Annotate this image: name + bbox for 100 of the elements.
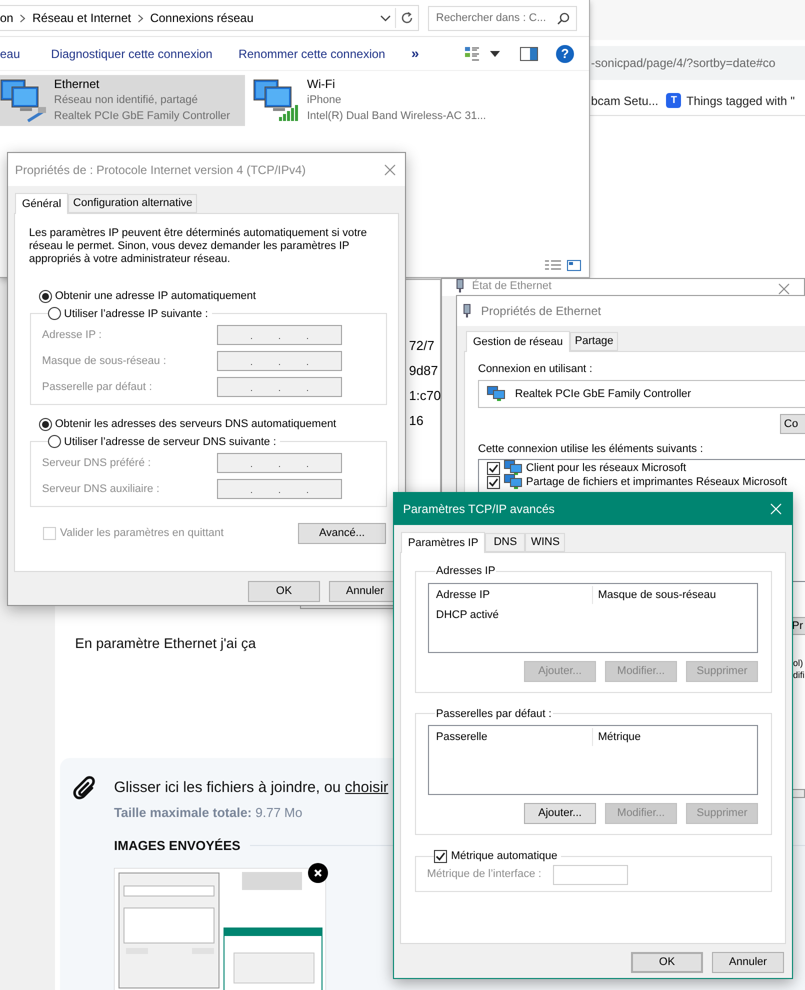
more-button[interactable]: »: [411, 43, 420, 64]
address-bar[interactable]: -sonicpad/page/4/?sortby=date#co: [590, 46, 805, 80]
ip-address-field[interactable]: [217, 377, 342, 397]
address-bar[interactable]: on Réseau et Internet Connexions réseau: [0, 5, 419, 31]
view-options-icon[interactable]: [464, 46, 480, 62]
network-adapter-icon: [487, 386, 505, 402]
column-header[interactable]: Masque de sous-réseau: [593, 586, 757, 604]
field-label: Métrique de l’interface :: [427, 867, 542, 882]
radio-label[interactable]: Utiliser l’adresse IP suivante :: [64, 306, 208, 322]
ip-address-field[interactable]: [217, 453, 342, 473]
checkbox[interactable]: [434, 850, 447, 863]
field-label: Passerelle par défaut :: [42, 380, 154, 395]
toolbar-button[interactable]: Renommer cette connexion: [238, 44, 386, 62]
button[interactable]: OK: [631, 952, 703, 973]
chevron-right-icon[interactable]: [137, 14, 144, 22]
field-label: Masque de sous-réseau :: [42, 354, 168, 369]
preview-pane-icon[interactable]: [520, 46, 538, 60]
field-label: Cette connexion utilise les éléments suivants :: [478, 442, 704, 456]
ip-address-field[interactable]: [217, 479, 342, 499]
radio-button[interactable]: [48, 435, 61, 448]
radio-button[interactable]: [39, 418, 52, 431]
window-title: Paramètres TCP/IP avancés: [403, 501, 555, 518]
network-component-icon: [504, 460, 522, 476]
tab[interactable]: Général: [15, 193, 68, 214]
properties-button[interactable]: Pr: [792, 617, 805, 635]
field-label: Serveur DNS auxiliaire :: [42, 482, 160, 497]
close-icon[interactable]: [384, 164, 396, 176]
detail-value: 9d87: [409, 362, 438, 380]
connection-name: Ethernet: [54, 76, 100, 92]
ip-address-field[interactable]: [217, 351, 342, 371]
button[interactable]: Ajouter...: [524, 803, 596, 824]
close-icon[interactable]: [778, 283, 790, 295]
tab[interactable]: DNS: [485, 533, 526, 552]
breadcrumb-item[interactable]: Réseau et Internet: [32, 9, 132, 27]
remove-image-button[interactable]: [308, 862, 328, 882]
description-text: Les paramètres IP peuvent être déterminés automatiquement si votre réseau le permet. Sinon, vous devez demander les paramètres IP appropriés à votre administrateur réseau.: [29, 227, 368, 266]
bookmark[interactable]: Things tagged with ": [686, 92, 795, 110]
window-title: Propriétés de : Protocole Internet version 4 (TCP/IPv4): [15, 162, 306, 178]
radio-label[interactable]: Obtenir une adresse IP automatiquement: [55, 288, 256, 304]
breadcrumb-item[interactable]: on: [0, 9, 14, 27]
ethernet-plug-icon: [463, 304, 471, 318]
toolbar-button[interactable]: Diagnostiquer cette connexion: [51, 44, 212, 62]
max-size-text: Taille maximale totale: 9.77 Mo: [114, 804, 302, 822]
connection-status: Réseau non identifié, partagé: [54, 93, 198, 108]
checkbox-label[interactable]: Métrique automatique: [451, 848, 558, 864]
network-computers-icon: [0, 77, 48, 123]
section-heading: IMAGES ENVOYÉES: [114, 837, 240, 855]
configure-button[interactable]: Co: [780, 414, 805, 434]
dropdown-arrow-icon[interactable]: [490, 50, 500, 56]
column-header[interactable]: Métrique: [593, 728, 757, 746]
bookmark-icon: T: [666, 93, 682, 108]
description-text: difi: [793, 669, 805, 681]
connection-status: iPhone: [307, 93, 342, 108]
checkbox[interactable]: [487, 476, 500, 488]
window-title: Propriétés de Ethernet: [481, 303, 602, 320]
tab[interactable]: Paramètres IP: [401, 532, 486, 553]
radio-button[interactable]: [48, 307, 61, 320]
connection-device: Intel(R) Dual Band Wireless-AC 31...: [307, 109, 486, 124]
column-header[interactable]: Adresse IP: [429, 586, 593, 604]
network-computers-icon: [253, 77, 301, 123]
ethernet-plug-icon: [456, 279, 464, 293]
window-title: État de Ethernet: [472, 279, 552, 293]
drop-text: Glisser ici les fichiers à joindre, ou choisir: [114, 778, 388, 798]
detail-value: 1:c70: [409, 387, 441, 405]
refresh-icon[interactable]: [400, 11, 414, 25]
column-header[interactable]: Passerelle: [429, 728, 593, 746]
description-text: ol): [793, 657, 804, 669]
list-item[interactable]: Partage de fichiers et imprimantes Réseaux Microsoft: [526, 474, 788, 490]
button[interactable]: Annuler: [712, 952, 784, 973]
field-label: Serveur DNS préféré :: [42, 456, 152, 471]
connection-item[interactable]: Ethernet Réseau non identifié, partagé Realtek PCIe GbE Family Controller: [0, 75, 245, 126]
tab[interactable]: WINS: [525, 533, 566, 552]
ip-address-field[interactable]: [217, 325, 342, 345]
tab[interactable]: Configuration alternative: [68, 194, 198, 213]
button[interactable]: Avancé...: [298, 523, 386, 544]
details-view-icon[interactable]: [545, 260, 561, 271]
breadcrumb-item[interactable]: Connexions réseau: [150, 9, 254, 27]
chevron-right-icon[interactable]: [19, 14, 26, 22]
help-button[interactable]: ?: [556, 44, 574, 62]
tiles-view-icon[interactable]: [567, 260, 581, 271]
chevron-down-icon[interactable]: [380, 14, 391, 22]
checkbox[interactable]: [487, 462, 500, 474]
network-component-icon: [504, 474, 522, 490]
radio-button[interactable]: [39, 290, 52, 303]
list-item[interactable]: Client pour les réseaux Microsoft: [526, 460, 686, 476]
metric-field[interactable]: [553, 864, 628, 884]
button[interactable]: OK: [248, 581, 320, 602]
detail-value: 72/7: [409, 337, 434, 355]
search-field[interactable]: Rechercher dans : C...: [428, 6, 577, 30]
choose-link[interactable]: choisir: [344, 779, 388, 796]
tab[interactable]: Gestion de réseau: [466, 331, 570, 352]
radio-label[interactable]: Utiliser l’adresse de serveur DNS suivante :: [64, 434, 276, 450]
bookmark[interactable]: bcam Setu...: [591, 92, 658, 110]
search-icon[interactable]: [557, 12, 570, 24]
toolbar-button[interactable]: eau: [0, 44, 20, 62]
detail-value: 16: [409, 412, 424, 430]
tab[interactable]: Partage: [570, 332, 618, 351]
field-label: Connexion en utilisant :: [478, 362, 594, 376]
group-title: Adresses IP: [435, 564, 496, 579]
radio-label[interactable]: Obtenir les adresses des serveurs DNS automatiquement: [55, 416, 336, 432]
